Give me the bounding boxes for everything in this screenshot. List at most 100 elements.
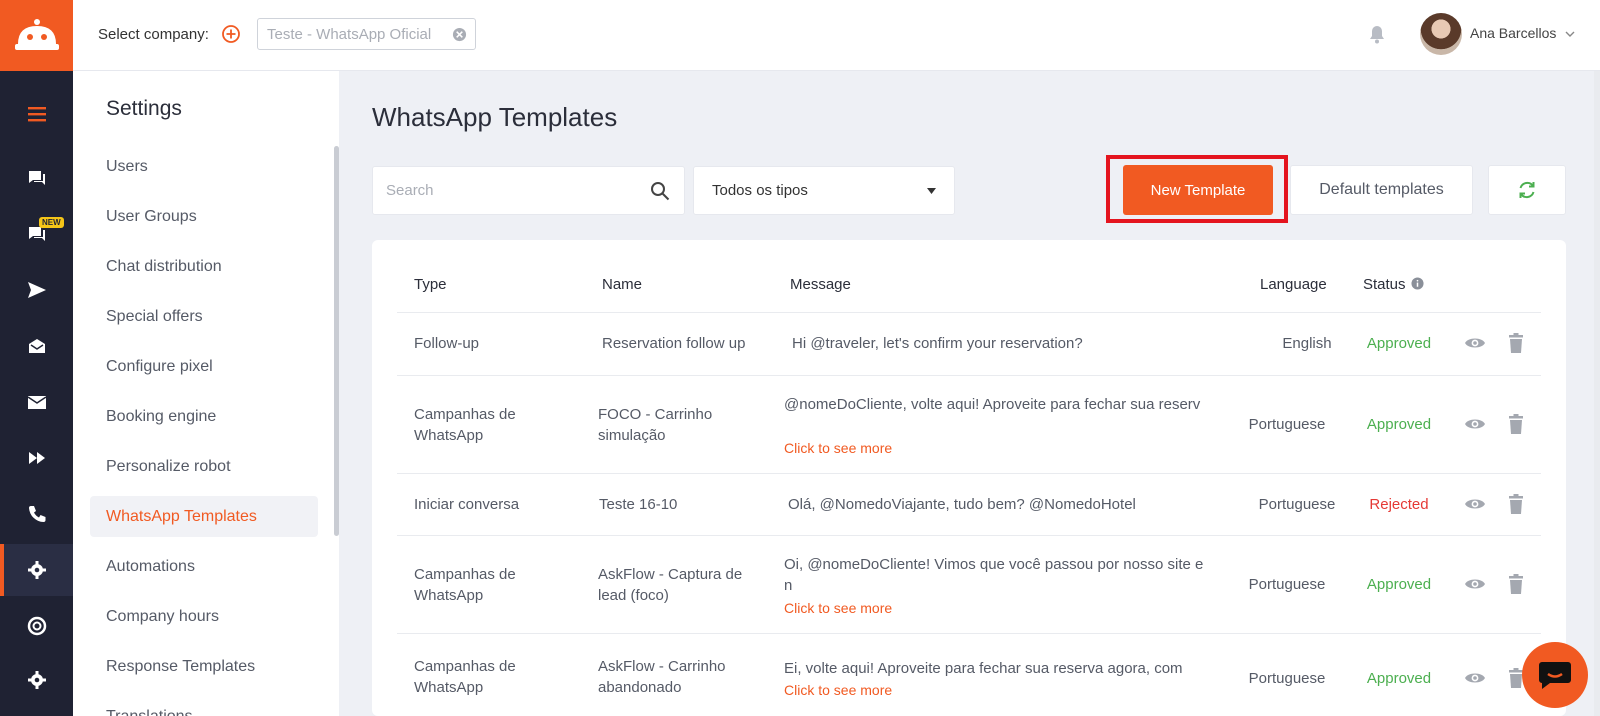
row-status: Approved bbox=[1366, 416, 1432, 433]
chevron-down-icon[interactable] bbox=[1565, 29, 1575, 39]
row-name: AskFlow - Carrinho abandonado bbox=[598, 658, 726, 696]
row-type: Campanhas de WhatsApp bbox=[414, 406, 516, 444]
row-type: Campanhas de WhatsApp bbox=[414, 658, 516, 696]
table-row: Campanhas de WhatsApp FOCO - Carrinho si… bbox=[397, 375, 1541, 473]
row-message: Olá, @NomedoViajante, tudo bem? @NomedoH… bbox=[788, 496, 1136, 513]
table-row: Campanhas de WhatsApp AskFlow - Carrinho… bbox=[397, 633, 1541, 716]
type-filter-select[interactable]: Todos os tipos bbox=[693, 166, 955, 215]
chat-support-button[interactable] bbox=[1522, 642, 1588, 708]
column-header-status-label: Status bbox=[1363, 276, 1406, 293]
settings-item-booking-engine[interactable]: Booking engine bbox=[90, 396, 318, 437]
info-icon[interactable] bbox=[1410, 277, 1424, 290]
row-message: Hi @traveler, let's confirm your reserva… bbox=[792, 335, 1083, 352]
refresh-button[interactable] bbox=[1488, 165, 1566, 215]
search-input[interactable] bbox=[373, 167, 633, 214]
robot-logo-icon bbox=[14, 18, 59, 50]
delete-icon[interactable] bbox=[1505, 332, 1527, 354]
company-select-field[interactable]: Teste - WhatsApp Oficial bbox=[257, 18, 476, 50]
settings-secondary-icon[interactable] bbox=[0, 654, 73, 706]
view-icon[interactable] bbox=[1464, 667, 1486, 689]
type-filter-value: Todos os tipos bbox=[712, 182, 808, 199]
view-icon[interactable] bbox=[1464, 332, 1486, 354]
add-company-icon[interactable] bbox=[221, 24, 241, 44]
column-header-language: Language bbox=[1260, 276, 1327, 293]
row-type: Campanhas de WhatsApp bbox=[414, 566, 516, 604]
row-message: Ei, volte aqui! Aproveite para fechar su… bbox=[784, 660, 1183, 677]
sidebar-scrollbar[interactable] bbox=[334, 146, 339, 536]
delete-icon[interactable] bbox=[1505, 573, 1527, 595]
column-header-status: Status bbox=[1363, 276, 1424, 293]
templates-table: Type Name Message Language Status Follow… bbox=[372, 240, 1566, 716]
settings-sidebar: Settings Users User Groups Chat distribu… bbox=[73, 71, 339, 716]
row-type: Iniciar conversa bbox=[414, 496, 520, 513]
row-name: Teste 16-10 bbox=[599, 496, 678, 513]
table-row: Follow-up Reservation follow up Hi @trav… bbox=[397, 312, 1541, 375]
chat-bubble-icon bbox=[1539, 662, 1571, 689]
chat-new-icon[interactable]: NEW bbox=[0, 208, 73, 260]
phone-icon[interactable] bbox=[0, 488, 73, 540]
company-value: Teste - WhatsApp Oficial bbox=[267, 26, 432, 43]
app-rail: NEW bbox=[0, 0, 73, 716]
robot-logo[interactable] bbox=[0, 0, 73, 71]
menu-icon[interactable] bbox=[0, 88, 73, 140]
settings-item-automations[interactable]: Automations bbox=[90, 546, 318, 587]
click-to-see-more-link[interactable]: Click to see more bbox=[784, 598, 892, 619]
settings-item-configure-pixel[interactable]: Configure pixel bbox=[90, 346, 318, 387]
row-language: Portuguese bbox=[1248, 576, 1326, 593]
search-box bbox=[372, 166, 685, 215]
mail-icon[interactable] bbox=[0, 376, 73, 428]
column-header-name: Name bbox=[602, 276, 643, 293]
delete-icon[interactable] bbox=[1505, 493, 1527, 515]
support-icon[interactable] bbox=[0, 600, 73, 652]
row-language: Portuguese bbox=[1248, 416, 1326, 433]
settings-item-users[interactable]: Users bbox=[90, 146, 318, 187]
row-language: Portuguese bbox=[1258, 496, 1336, 513]
delete-icon[interactable] bbox=[1505, 413, 1527, 435]
page-scrollbar[interactable] bbox=[1594, 71, 1600, 716]
top-bar: Select company: Teste - WhatsApp Oficial… bbox=[73, 0, 1600, 71]
row-language: Portuguese bbox=[1248, 670, 1326, 687]
notification-bell-icon[interactable] bbox=[1367, 24, 1387, 44]
settings-item-special-offers[interactable]: Special offers bbox=[90, 296, 318, 337]
row-status: Approved bbox=[1366, 576, 1432, 593]
settings-item-translations[interactable]: Translations bbox=[90, 696, 318, 716]
row-type: Follow-up bbox=[414, 335, 480, 352]
row-name: Reservation follow up bbox=[602, 335, 746, 352]
row-name: AskFlow - Captura de lead (foco) bbox=[598, 566, 743, 604]
row-message: @nomeDoCliente, volte aqui! Aproveite pa… bbox=[784, 396, 1201, 413]
row-language: English bbox=[1282, 335, 1332, 352]
default-templates-button[interactable]: Default templates bbox=[1290, 165, 1473, 215]
row-status: Approved bbox=[1366, 670, 1432, 687]
page-title: WhatsApp Templates bbox=[372, 102, 618, 132]
fast-forward-icon[interactable] bbox=[0, 432, 73, 484]
settings-item-chat-distribution[interactable]: Chat distribution bbox=[90, 246, 318, 287]
new-badge: NEW bbox=[39, 217, 64, 228]
send-icon[interactable] bbox=[0, 264, 73, 316]
view-icon[interactable] bbox=[1464, 413, 1486, 435]
click-to-see-more-link[interactable]: Click to see more bbox=[784, 680, 892, 701]
clear-company-icon[interactable] bbox=[452, 27, 467, 42]
settings-item-personalize-robot[interactable]: Personalize robot bbox=[90, 446, 318, 487]
new-template-button[interactable]: New Template bbox=[1123, 165, 1273, 215]
row-status: Approved bbox=[1366, 335, 1432, 352]
column-header-message: Message bbox=[790, 276, 851, 293]
user-avatar[interactable] bbox=[1420, 13, 1462, 55]
row-status: Rejected bbox=[1369, 496, 1429, 513]
settings-item-whatsapp-templates[interactable]: WhatsApp Templates bbox=[90, 496, 318, 537]
settings-icon[interactable] bbox=[0, 544, 73, 596]
select-company-label: Select company: bbox=[98, 26, 209, 43]
settings-item-company-hours[interactable]: Company hours bbox=[90, 596, 318, 637]
view-icon[interactable] bbox=[1464, 493, 1486, 515]
refresh-icon bbox=[1519, 182, 1535, 198]
row-name: FOCO - Carrinho simulação bbox=[598, 406, 713, 444]
column-header-type: Type bbox=[414, 276, 447, 293]
row-message: Oi, @nomeDoCliente! Vimos que você passo… bbox=[784, 556, 1204, 594]
search-icon[interactable] bbox=[650, 181, 670, 201]
inbox-icon[interactable] bbox=[0, 320, 73, 372]
user-name[interactable]: Ana Barcellos bbox=[1470, 25, 1556, 41]
click-to-see-more-link[interactable]: Click to see more bbox=[784, 438, 892, 459]
view-icon[interactable] bbox=[1464, 573, 1486, 595]
chat-icon[interactable] bbox=[0, 152, 73, 204]
settings-item-user-groups[interactable]: User Groups bbox=[90, 196, 318, 237]
settings-item-response-templates[interactable]: Response Templates bbox=[90, 646, 318, 687]
